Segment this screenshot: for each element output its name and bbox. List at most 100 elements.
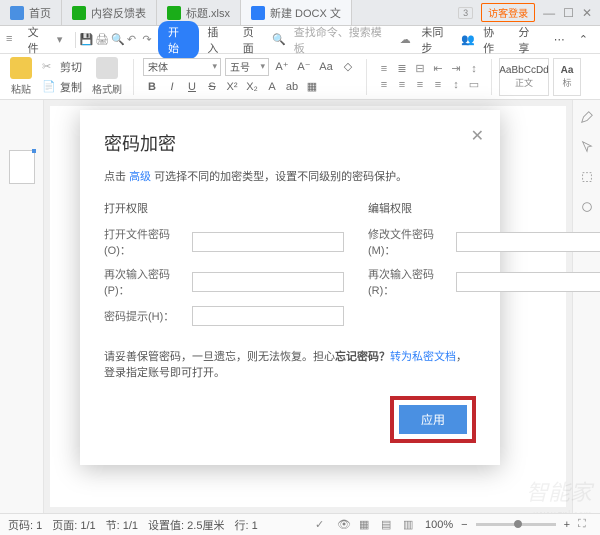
more-icon[interactable]: ⋯: [548, 30, 571, 49]
password-hint-input[interactable]: [192, 306, 344, 326]
align-left-icon[interactable]: ≡: [376, 78, 392, 92]
app-menu-icon[interactable]: ≡: [6, 33, 20, 47]
cloud-icon: ☁: [400, 33, 414, 47]
indent-icon[interactable]: ⇥: [448, 62, 464, 76]
chevron-down-icon[interactable]: ▾: [57, 33, 71, 47]
zoom-thumb[interactable]: [514, 520, 522, 528]
clipboard-mini: ✂剪切 📄 复制: [40, 58, 84, 96]
ribbon-insert[interactable]: 插入: [201, 21, 234, 59]
italic-button[interactable]: I: [163, 78, 181, 96]
modify-password-confirm-input[interactable]: [456, 272, 600, 292]
password-encrypt-dialog: ✕ 密码加密 点击 高级 可选择不同的加密类型，设置不同级别的密码保护。 打开权…: [80, 110, 500, 465]
redo-icon[interactable]: ↷: [142, 33, 156, 47]
print-layout-icon[interactable]: ▦: [359, 518, 373, 532]
sort-icon[interactable]: ↕: [466, 62, 482, 76]
copy-button[interactable]: 📄 复制: [42, 78, 82, 96]
style-normal[interactable]: AaBbCcDd 正文: [499, 58, 549, 96]
advanced-link[interactable]: 高级: [129, 171, 151, 183]
copy-label: 复制: [60, 79, 82, 95]
minimize-icon[interactable]: —: [543, 6, 555, 20]
reading-view-icon[interactable]: 👁: [337, 518, 351, 532]
status-page[interactable]: 页码: 1: [8, 517, 42, 533]
clear-format-icon[interactable]: ◇: [339, 58, 357, 76]
zoom-value[interactable]: 100%: [425, 519, 453, 531]
sync-status[interactable]: 未同步: [415, 21, 459, 59]
notify-badge[interactable]: 3: [458, 7, 473, 19]
format-brush-group[interactable]: 格式刷: [88, 57, 126, 96]
fit-icon[interactable]: ⛶: [578, 518, 592, 532]
style-heading[interactable]: Aa 标: [553, 58, 581, 96]
border-button[interactable]: ▦: [303, 78, 321, 96]
spellcheck-icon[interactable]: ✓: [315, 518, 329, 532]
tab-feedback[interactable]: 内容反馈表: [62, 0, 157, 25]
bold-button[interactable]: B: [143, 78, 161, 96]
dialog-actions: 应用: [104, 396, 476, 443]
preview-icon[interactable]: 🔍: [111, 33, 125, 47]
pencil-icon[interactable]: [580, 110, 594, 124]
apply-button[interactable]: 应用: [399, 405, 467, 434]
web-layout-icon[interactable]: ▤: [381, 518, 395, 532]
align-center-icon[interactable]: ≡: [394, 78, 410, 92]
font-color-button[interactable]: A: [263, 78, 281, 96]
ribbon-page[interactable]: 页面: [237, 21, 270, 59]
strike-button[interactable]: S: [203, 78, 221, 96]
collab-button[interactable]: 协作: [477, 21, 510, 59]
file-menu[interactable]: 文件: [22, 21, 55, 59]
shrink-font-icon[interactable]: A⁻: [295, 58, 313, 76]
modify-password-input[interactable]: [456, 232, 600, 252]
collapse-icon[interactable]: ⌃: [573, 30, 594, 49]
warning-text: 请妥善保管密码，一旦遗忘，则无法恢复。担心忘记密码？转为私密文档，登录指定账号即…: [104, 348, 476, 380]
status-section[interactable]: 节: 1/1: [106, 517, 138, 533]
align-right-icon[interactable]: ≡: [412, 78, 428, 92]
share-button[interactable]: 分享: [512, 21, 545, 59]
status-position[interactable]: 设置值: 2.5厘米: [148, 517, 224, 533]
highlight-button[interactable]: ab: [283, 78, 301, 96]
underline-button[interactable]: U: [183, 78, 201, 96]
tab-label: 标题.xlsx: [186, 5, 230, 21]
save-icon[interactable]: 💾: [79, 33, 93, 47]
multilevel-icon[interactable]: ⊟: [412, 62, 428, 76]
search-placeholder[interactable]: 查找命令、搜索模板: [288, 21, 396, 59]
print-icon[interactable]: 🖨: [95, 33, 109, 47]
status-row[interactable]: 行: 1: [234, 517, 257, 533]
pointer-icon[interactable]: [580, 140, 594, 154]
outdent-icon[interactable]: ⇤: [430, 62, 446, 76]
zoom-in-icon[interactable]: +: [564, 519, 570, 531]
case-icon[interactable]: Aa: [317, 58, 335, 76]
open-password-confirm-input[interactable]: [192, 272, 344, 292]
superscript-button[interactable]: X²: [223, 78, 241, 96]
close-button[interactable]: ✕: [471, 126, 484, 146]
open-password-input[interactable]: [192, 232, 344, 252]
line-spacing-icon[interactable]: ↕: [448, 78, 464, 92]
private-doc-link[interactable]: 转为私密文档: [390, 351, 456, 363]
paste-group[interactable]: 粘贴: [6, 57, 36, 96]
outline-icon[interactable]: ▥: [403, 518, 417, 532]
font-size-select[interactable]: 五号: [225, 58, 269, 76]
shading-icon[interactable]: ▭: [466, 78, 482, 92]
warn-a: 请妥善保管密码，一旦遗忘，则无法恢复。担心: [104, 351, 335, 363]
grow-font-icon[interactable]: A⁺: [273, 58, 291, 76]
subscript-button[interactable]: X₂: [243, 78, 261, 96]
justify-icon[interactable]: ≡: [430, 78, 446, 92]
selection-icon[interactable]: [580, 170, 594, 184]
bullets-icon[interactable]: ≡: [376, 62, 392, 76]
zoom-out-icon[interactable]: −: [461, 519, 467, 531]
zoom-slider[interactable]: [476, 523, 556, 526]
mod-pw2-label: 再次输入密码(R)：: [368, 266, 454, 298]
sheet-icon: [72, 6, 86, 20]
doc-icon: [251, 6, 265, 20]
hint-text-a: 点击: [104, 171, 129, 183]
style-preview: Aa: [561, 65, 574, 76]
font-family-select[interactable]: 宋体: [143, 58, 221, 76]
ribbon-start[interactable]: 开始: [158, 21, 199, 59]
cut-button[interactable]: ✂剪切: [42, 58, 82, 76]
copy-icon: 📄: [42, 80, 56, 94]
numbering-icon[interactable]: ≣: [394, 62, 410, 76]
undo-icon[interactable]: ↶: [127, 33, 141, 47]
page-thumbnail[interactable]: [9, 150, 35, 184]
guest-login[interactable]: 访客登录: [481, 3, 535, 22]
maximize-icon[interactable]: ☐: [563, 6, 574, 20]
sheet-icon: [167, 6, 181, 20]
close-icon[interactable]: ✕: [582, 6, 592, 20]
status-pages[interactable]: 页面: 1/1: [52, 517, 95, 533]
